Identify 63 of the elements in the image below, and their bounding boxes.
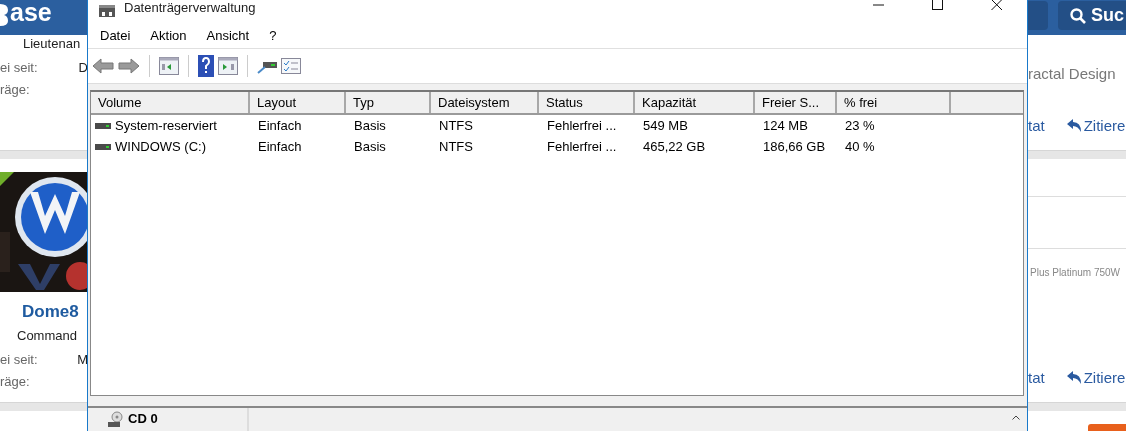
quote-link[interactable]: tat (1028, 117, 1045, 134)
table-cell: 465,22 GB (643, 139, 706, 154)
column-header[interactable]: Freier S... (755, 92, 837, 113)
column-header[interactable]: Kapazität (635, 92, 755, 113)
table-cell: 549 MB (643, 118, 688, 133)
reply-icon (1066, 119, 1082, 132)
column-header[interactable]: Layout (250, 92, 346, 113)
scroll-up-icon[interactable] (1011, 415, 1020, 420)
search-icon (1070, 7, 1086, 24)
table-cell: Fehlerfrei ... (547, 118, 617, 133)
table-cell: 23 % (845, 118, 875, 133)
column-header[interactable]: Dateisystem (431, 92, 539, 113)
table-cell: NTFS (439, 139, 473, 154)
table-cell: Basis (354, 139, 386, 154)
forward-arrow-icon[interactable] (118, 58, 140, 74)
table-cell: Einfach (258, 139, 302, 154)
column-header[interactable]: Typ (346, 92, 431, 113)
menu-item[interactable]: Datei (100, 27, 131, 43)
menu-item[interactable]: Aktion (150, 27, 187, 43)
back-arrow-icon[interactable] (92, 58, 114, 74)
table-cell: Einfach (258, 118, 302, 133)
window-title: Datenträgerverwaltung (124, 0, 256, 15)
maximize-icon[interactable] (932, 0, 944, 11)
member-since-value: M (77, 352, 88, 369)
reply-link[interactable]: Zitiere (1066, 117, 1126, 134)
reply-link[interactable]: Zitiere (1066, 369, 1126, 386)
quote-link[interactable]: tat (1028, 369, 1045, 386)
post-text: ractal Design (1028, 65, 1117, 82)
posts-label: räge: (0, 374, 30, 391)
panel-left-icon[interactable] (159, 57, 179, 75)
column-header[interactable]: Status (539, 92, 635, 113)
reply-icon (1066, 371, 1082, 384)
signature-text: Plus Platinum 750W (1030, 267, 1121, 278)
table-cell: Fehlerfrei ... (547, 139, 617, 154)
table-cell: 186,66 GB (763, 139, 826, 154)
username-link[interactable]: Dome8 (22, 302, 88, 322)
checklist-icon[interactable] (281, 58, 301, 74)
member-since-label: ei seit: (0, 60, 38, 77)
column-header[interactable]: Volume (91, 92, 250, 113)
table-cell: 40 % (845, 139, 875, 154)
table-cell: NTFS (439, 118, 473, 133)
table-cell: System-reserviert (115, 118, 217, 133)
column-header[interactable]: % frei (837, 92, 951, 113)
user-rank: Lieutenan (23, 36, 82, 51)
logo-mark-icon (0, 1, 8, 28)
drive-icon (95, 122, 111, 129)
menu-item[interactable]: ? (269, 27, 277, 43)
member-since-value: D (78, 60, 88, 77)
panel-right-icon[interactable] (218, 57, 238, 75)
user-rank: Command (17, 328, 78, 343)
table-cell: Basis (354, 118, 386, 133)
cd-drive-icon (108, 411, 124, 427)
close-icon[interactable] (991, 0, 1003, 11)
disk-management-icon (98, 5, 116, 17)
disk-name: CD 0 (128, 411, 158, 427)
search-button[interactable]: Suc (1058, 1, 1126, 30)
menu-item[interactable]: Ansicht (206, 27, 250, 43)
posts-label: räge: (0, 82, 30, 99)
table-cell: 124 MB (763, 118, 808, 133)
member-since-label: ei seit: (0, 352, 38, 369)
table-cell: WINDOWS (C:) (115, 139, 206, 154)
drive-icon (95, 143, 111, 150)
help-icon[interactable] (198, 55, 214, 77)
